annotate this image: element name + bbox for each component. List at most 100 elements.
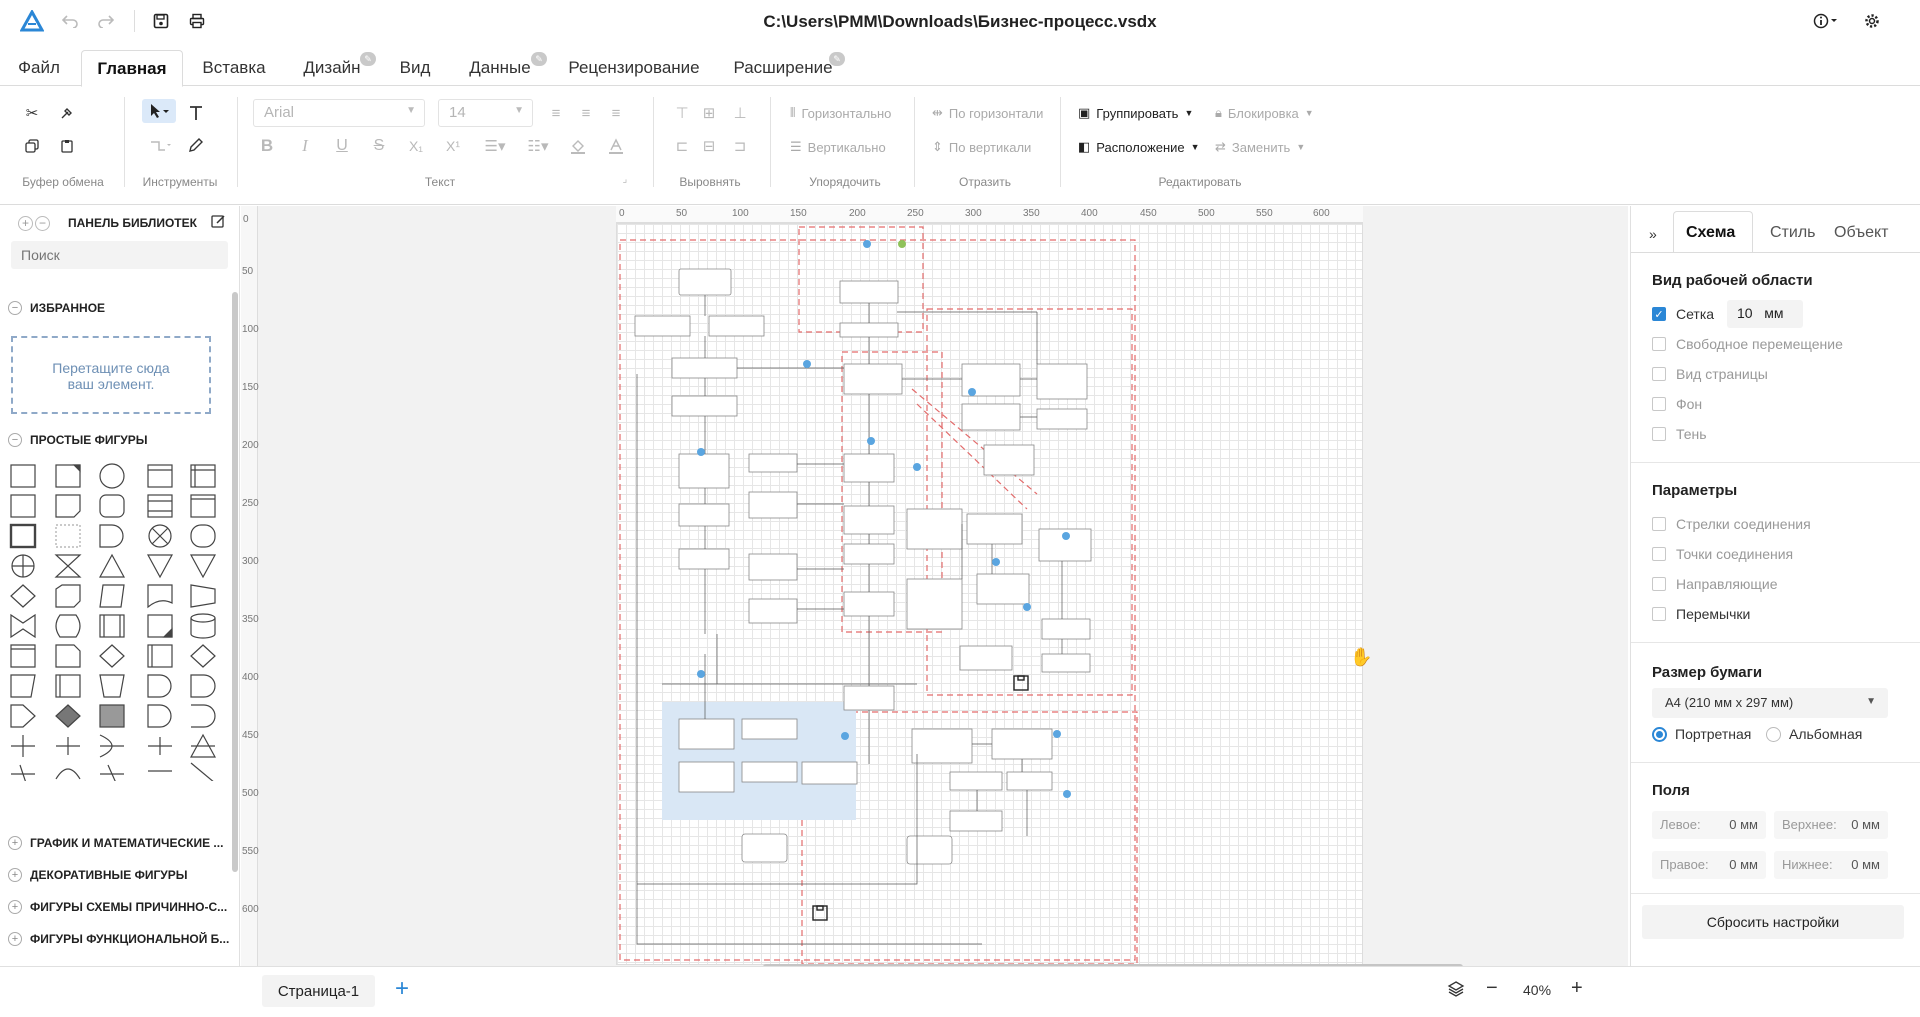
text-tool-icon[interactable] bbox=[184, 101, 208, 125]
bullet-list-icon[interactable]: ☷▾ bbox=[523, 134, 553, 158]
flip-vertical-button[interactable]: ⇕ По вертикали bbox=[932, 139, 1031, 155]
paste-icon[interactable] bbox=[55, 134, 79, 158]
zoom-out-icon[interactable]: − bbox=[1486, 977, 1498, 1000]
tab-review[interactable]: Рецензирование bbox=[564, 50, 704, 86]
tab-scheme[interactable]: Схема bbox=[1686, 224, 1735, 242]
free-move-checkbox[interactable]: Свободное перемещение bbox=[1652, 336, 1843, 352]
background-checkbox[interactable]: Фон bbox=[1652, 396, 1702, 412]
arrange-button[interactable]: ◧ Расположение ▼ bbox=[1078, 139, 1200, 155]
undo-icon[interactable] bbox=[60, 11, 80, 31]
cut-icon[interactable]: ✂ bbox=[20, 101, 44, 125]
properties-panel: » Схема Стиль Объект Вид рабочей области… bbox=[1630, 206, 1920, 966]
layers-icon[interactable] bbox=[1447, 980, 1465, 1004]
collapse-all-icon[interactable]: − bbox=[35, 215, 50, 231]
font-color-icon[interactable] bbox=[604, 134, 628, 158]
pencil-tool-icon[interactable] bbox=[184, 133, 208, 157]
align-left-icon[interactable]: ⊏ bbox=[670, 134, 694, 158]
align-right-text-icon[interactable]: ≡ bbox=[604, 101, 628, 125]
add-page-icon[interactable]: + bbox=[395, 975, 409, 1003]
distribute-horizontal-button[interactable]: ⫴ Горизонтально bbox=[790, 105, 891, 121]
underline-icon[interactable]: U bbox=[330, 134, 354, 158]
replace-button[interactable]: ⇄ Заменить ▼ bbox=[1215, 139, 1305, 155]
collapse-panel-icon[interactable]: » bbox=[1649, 226, 1657, 242]
grid-size-input[interactable]: 10 мм bbox=[1727, 300, 1803, 328]
app-logo-icon bbox=[19, 8, 45, 32]
connection-arrows-checkbox[interactable]: Стрелки соединения bbox=[1652, 516, 1811, 532]
tab-home[interactable]: Главная bbox=[81, 50, 183, 87]
margin-top-input[interactable]: Верхнее: 0 мм bbox=[1774, 811, 1888, 839]
tab-design[interactable]: Дизайн ✎ bbox=[300, 50, 376, 86]
section-functional-blocks[interactable]: + ФИГУРЫ ФУНКЦИОНАЛЬНОЙ Б... bbox=[8, 932, 229, 946]
copy-icon[interactable] bbox=[20, 134, 44, 158]
align-center-icon[interactable]: ⊟ bbox=[697, 134, 721, 158]
jumpers-checkbox[interactable]: Перемычки bbox=[1652, 606, 1750, 622]
section-favorites[interactable]: − ИЗБРАННОЕ bbox=[8, 301, 105, 315]
grid-checkbox[interactable]: ✓ Сетка bbox=[1652, 306, 1714, 322]
tab-object[interactable]: Объект bbox=[1834, 224, 1888, 242]
print-icon[interactable] bbox=[187, 11, 207, 31]
edit-library-icon[interactable] bbox=[211, 214, 226, 232]
font-family-select[interactable]: Arial ▼ bbox=[253, 99, 425, 127]
zoom-in-icon[interactable]: + bbox=[1571, 977, 1583, 1000]
tab-extensions[interactable]: Расширение ✎ bbox=[733, 50, 845, 86]
expand-all-icon[interactable]: + bbox=[18, 215, 33, 231]
margin-left-input[interactable]: Левое: 0 мм bbox=[1652, 811, 1766, 839]
tab-style[interactable]: Стиль bbox=[1770, 224, 1816, 242]
strikethrough-icon[interactable]: S bbox=[367, 134, 391, 158]
favorites-dropzone[interactable]: Перетащите сюда ваш элемент. bbox=[11, 336, 211, 414]
connector-tool-icon[interactable] bbox=[146, 134, 176, 158]
section-decorative-shapes[interactable]: + ДЕКОРАТИВНЫЕ ФИГУРЫ bbox=[8, 868, 188, 882]
align-top-icon[interactable]: ⊤ bbox=[670, 101, 694, 125]
collapse-icon: − bbox=[8, 301, 22, 315]
superscript-icon[interactable]: X¹ bbox=[441, 134, 465, 158]
landscape-radio[interactable]: Альбомная bbox=[1766, 726, 1862, 742]
align-center-text-icon[interactable]: ≡ bbox=[574, 101, 598, 125]
text-settings-expand-icon[interactable]: ⌟ bbox=[618, 172, 632, 186]
section-cause-effect[interactable]: + ФИГУРЫ СХЕМЫ ПРИЧИННО-С... bbox=[8, 900, 227, 914]
align-right-icon[interactable]: ⊐ bbox=[728, 134, 752, 158]
library-search-input[interactable] bbox=[11, 241, 228, 269]
business-process-diagram[interactable] bbox=[617, 224, 1364, 966]
tab-view[interactable]: Вид bbox=[395, 50, 435, 86]
group-button[interactable]: ▣ Группировать ▼ bbox=[1078, 105, 1193, 121]
paper-size-select[interactable]: А4 (210 мм х 297 мм) ▼ bbox=[1652, 688, 1888, 718]
align-middle-icon[interactable]: ⊞ bbox=[697, 101, 721, 125]
save-icon[interactable] bbox=[151, 11, 171, 31]
pointer-tool-icon[interactable] bbox=[142, 99, 176, 123]
subscript-icon[interactable]: X₁ bbox=[404, 134, 428, 158]
page-tab[interactable]: Страница-1 bbox=[262, 975, 375, 1007]
bold-icon[interactable]: B bbox=[255, 134, 279, 158]
diagram-page[interactable] bbox=[616, 223, 1363, 965]
italic-icon[interactable]: I bbox=[293, 134, 317, 158]
connection-points-checkbox[interactable]: Точки соединения bbox=[1652, 546, 1793, 562]
margin-right-input[interactable]: Правое: 0 мм bbox=[1652, 851, 1766, 879]
lock-button[interactable]: 🔒︎ Блокировка ▼ bbox=[1215, 105, 1314, 121]
shadow-checkbox[interactable]: Тень bbox=[1652, 426, 1707, 442]
align-bottom-icon[interactable]: ⊥ bbox=[728, 101, 752, 125]
info-icon[interactable] bbox=[1812, 11, 1842, 31]
workspace-view-heading: Вид рабочей области bbox=[1652, 272, 1813, 289]
reset-settings-button[interactable]: Сбросить настройки bbox=[1642, 905, 1904, 939]
align-left-text-icon[interactable]: ≡ bbox=[544, 101, 568, 125]
shape-palette[interactable] bbox=[8, 461, 228, 784]
redo-icon[interactable] bbox=[96, 11, 116, 31]
line-spacing-icon[interactable]: ☰▾ bbox=[480, 134, 510, 158]
distribute-vertical-button[interactable]: ☰ Вертикально bbox=[790, 139, 886, 155]
hand-cursor-icon: ✋ bbox=[1350, 647, 1373, 667]
tab-insert[interactable]: Вставка bbox=[196, 50, 272, 86]
section-graphs-math[interactable]: + ГРАФИК И МАТЕМАТИЧЕСКИЕ ... bbox=[8, 836, 223, 850]
font-size-select[interactable]: 14 ▼ bbox=[438, 99, 533, 127]
margin-bottom-input[interactable]: Нижнее: 0 мм bbox=[1774, 851, 1888, 879]
format-painter-icon[interactable] bbox=[55, 101, 79, 125]
zoom-level[interactable]: 40% bbox=[1523, 982, 1551, 998]
fill-color-icon[interactable] bbox=[566, 134, 590, 158]
flip-horizontal-button[interactable]: ⇹ По горизонтали bbox=[932, 105, 1043, 121]
guides-checkbox[interactable]: Направляющие bbox=[1652, 576, 1778, 592]
settings-gear-icon[interactable] bbox=[1862, 11, 1882, 31]
tab-data[interactable]: Данные ✎ bbox=[465, 50, 547, 86]
portrait-radio[interactable]: Портретная bbox=[1652, 726, 1751, 742]
library-scrollbar[interactable] bbox=[232, 292, 238, 872]
section-simple-shapes[interactable]: − ПРОСТЫЕ ФИГУРЫ bbox=[8, 433, 147, 447]
page-view-checkbox[interactable]: Вид страницы bbox=[1652, 366, 1768, 382]
tab-file[interactable]: Файл bbox=[14, 50, 64, 86]
